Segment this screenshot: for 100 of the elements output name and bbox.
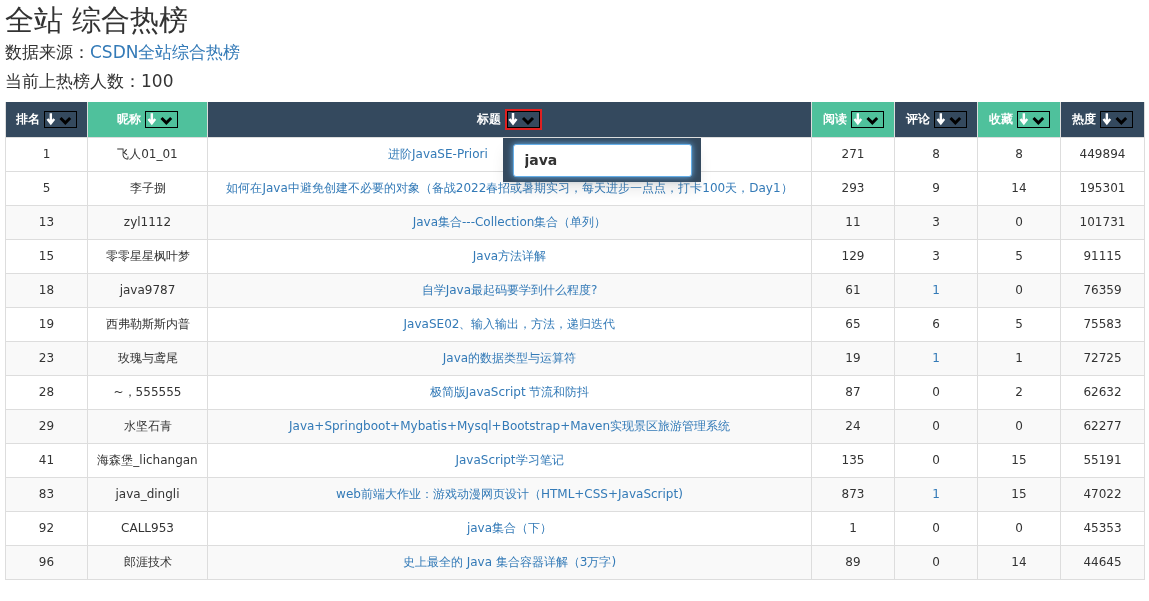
favorites-text: 0 [1015,283,1023,297]
source-label: 数据来源： [5,41,90,64]
rank-text: 19 [38,317,55,331]
comment-link[interactable]: 1 [932,283,940,297]
heat-text: 44645 [1083,555,1122,569]
favorites-text: 0 [1015,215,1023,229]
title-link[interactable]: Java集合---Collection集合（单列） [412,215,607,229]
heat-text: 91115 [1083,249,1122,263]
favorites-text: 15 [1011,487,1027,501]
reads-text: 24 [845,419,861,433]
favorites-text: 1 [1015,351,1023,365]
heat-text: 72725 [1083,351,1122,365]
nickname-text: 水坚石青 [123,419,172,433]
rank-text: 96 [38,555,55,569]
column-label: 阅读 [822,111,847,129]
count-text: 当前上热榜人数：100 [5,70,175,93]
comments-text: 8 [932,147,940,161]
title-link[interactable]: Java的数据类型与运算符 [442,351,577,365]
comments-text: 0 [932,419,940,433]
heat-text: 62632 [1083,385,1122,399]
comments-text: 6 [932,317,940,331]
sort-filter-button[interactable] [1016,110,1050,128]
comment-link[interactable]: 1 [932,487,940,501]
nickname-text: ~，555555 [113,385,182,399]
reads-text: 19 [845,351,861,365]
nickname-text: CALL953 [121,521,174,535]
rank-text: 13 [38,215,55,229]
column-label: 评论 [905,111,930,129]
favorites-text: 14 [1011,555,1027,569]
nickname-text: 海森堡_lichangan [97,453,198,467]
reads-text: 89 [845,555,861,569]
reads-text: 135 [841,453,865,467]
title-link[interactable]: 进阶JavaSE-Priori [388,147,488,161]
comment-link[interactable]: 1 [932,351,940,365]
rank-text: 18 [38,283,55,297]
favorites-text: 14 [1011,181,1027,195]
column-label: 标题 [477,111,501,129]
rank-text: 92 [38,521,55,535]
favorites-text: 0 [1015,521,1023,535]
sort-filter-button[interactable] [850,110,884,128]
nickname-text: 郎涯技术 [123,555,172,569]
title-link[interactable]: 自学Java最起码要学到什么程度? [421,283,598,297]
nickname-text: java9787 [119,283,176,297]
rank-text: 23 [38,351,55,365]
favorites-text: 0 [1015,419,1023,433]
page-title: 全站 综合热榜 [5,2,190,38]
title-link[interactable]: 极简版JavaScript 节流和防抖 [429,385,590,399]
rank-text: 29 [38,419,55,433]
column-label: 排名 [16,111,40,129]
rank-text: 41 [38,453,55,467]
rank-text: 83 [38,487,55,501]
nickname-text: java_dingli [115,487,180,501]
heat-text: 75583 [1083,317,1122,331]
nickname-text: 西弗勒斯斯内普 [105,317,190,331]
rank-text: 28 [38,385,55,399]
reads-text: 873 [841,487,865,501]
title-link[interactable]: 史上最全的 Java 集合容器详解（3万字) [402,555,617,569]
sort-filter-button[interactable] [44,110,77,128]
heat-text: 62277 [1083,419,1122,433]
column-label: 收藏 [988,111,1013,129]
comments-text: 0 [932,453,940,467]
reads-text: 1 [849,521,857,535]
reads-text: 11 [845,215,861,229]
comments-text: 0 [932,385,940,399]
favorites-text: 5 [1015,317,1023,331]
sort-filter-button[interactable] [145,110,178,128]
filter-input[interactable]: java [512,143,692,177]
column-label: 昵称 [117,111,141,129]
reads-text: 129 [841,249,865,263]
rank-text: 15 [38,249,55,263]
sort-filter-button[interactable] [505,108,542,130]
heat-text: 101731 [1079,215,1126,229]
column-label: 热度 [1072,111,1096,129]
comments-text: 0 [932,555,940,569]
title-link[interactable]: java集合（下） [466,521,553,535]
source-link[interactable]: CSDN全站综合热榜 [90,38,241,66]
reads-text: 65 [845,317,861,331]
sort-filter-button[interactable] [933,110,967,128]
heat-text: 47022 [1083,487,1122,501]
reads-text: 87 [845,385,861,399]
favorites-text: 15 [1011,453,1027,467]
heat-text: 195301 [1079,181,1126,195]
favorites-text: 5 [1015,249,1023,263]
sort-filter-button[interactable] [1100,110,1133,128]
heat-text: 45353 [1083,521,1122,535]
rank-text: 1 [42,147,51,161]
title-link[interactable]: JavaSE02、输入输出，方法，递归迭代 [403,317,616,331]
title-link[interactable]: Java方法详解 [472,249,547,263]
rank-text: 5 [42,181,51,195]
reads-text: 61 [845,283,861,297]
title-link[interactable]: JavaScript学习笔记 [455,453,564,467]
nickname-text: 零零星星枫叶梦 [105,249,190,263]
comments-text: 0 [932,521,940,535]
heat-text: 55191 [1083,453,1122,467]
comments-text: 9 [932,181,940,195]
heat-text: 449894 [1079,147,1126,161]
heat-text: 76359 [1083,283,1122,297]
comments-text: 3 [932,215,940,229]
comments-text: 3 [932,249,940,263]
nickname-text: 李子捌 [129,181,166,195]
